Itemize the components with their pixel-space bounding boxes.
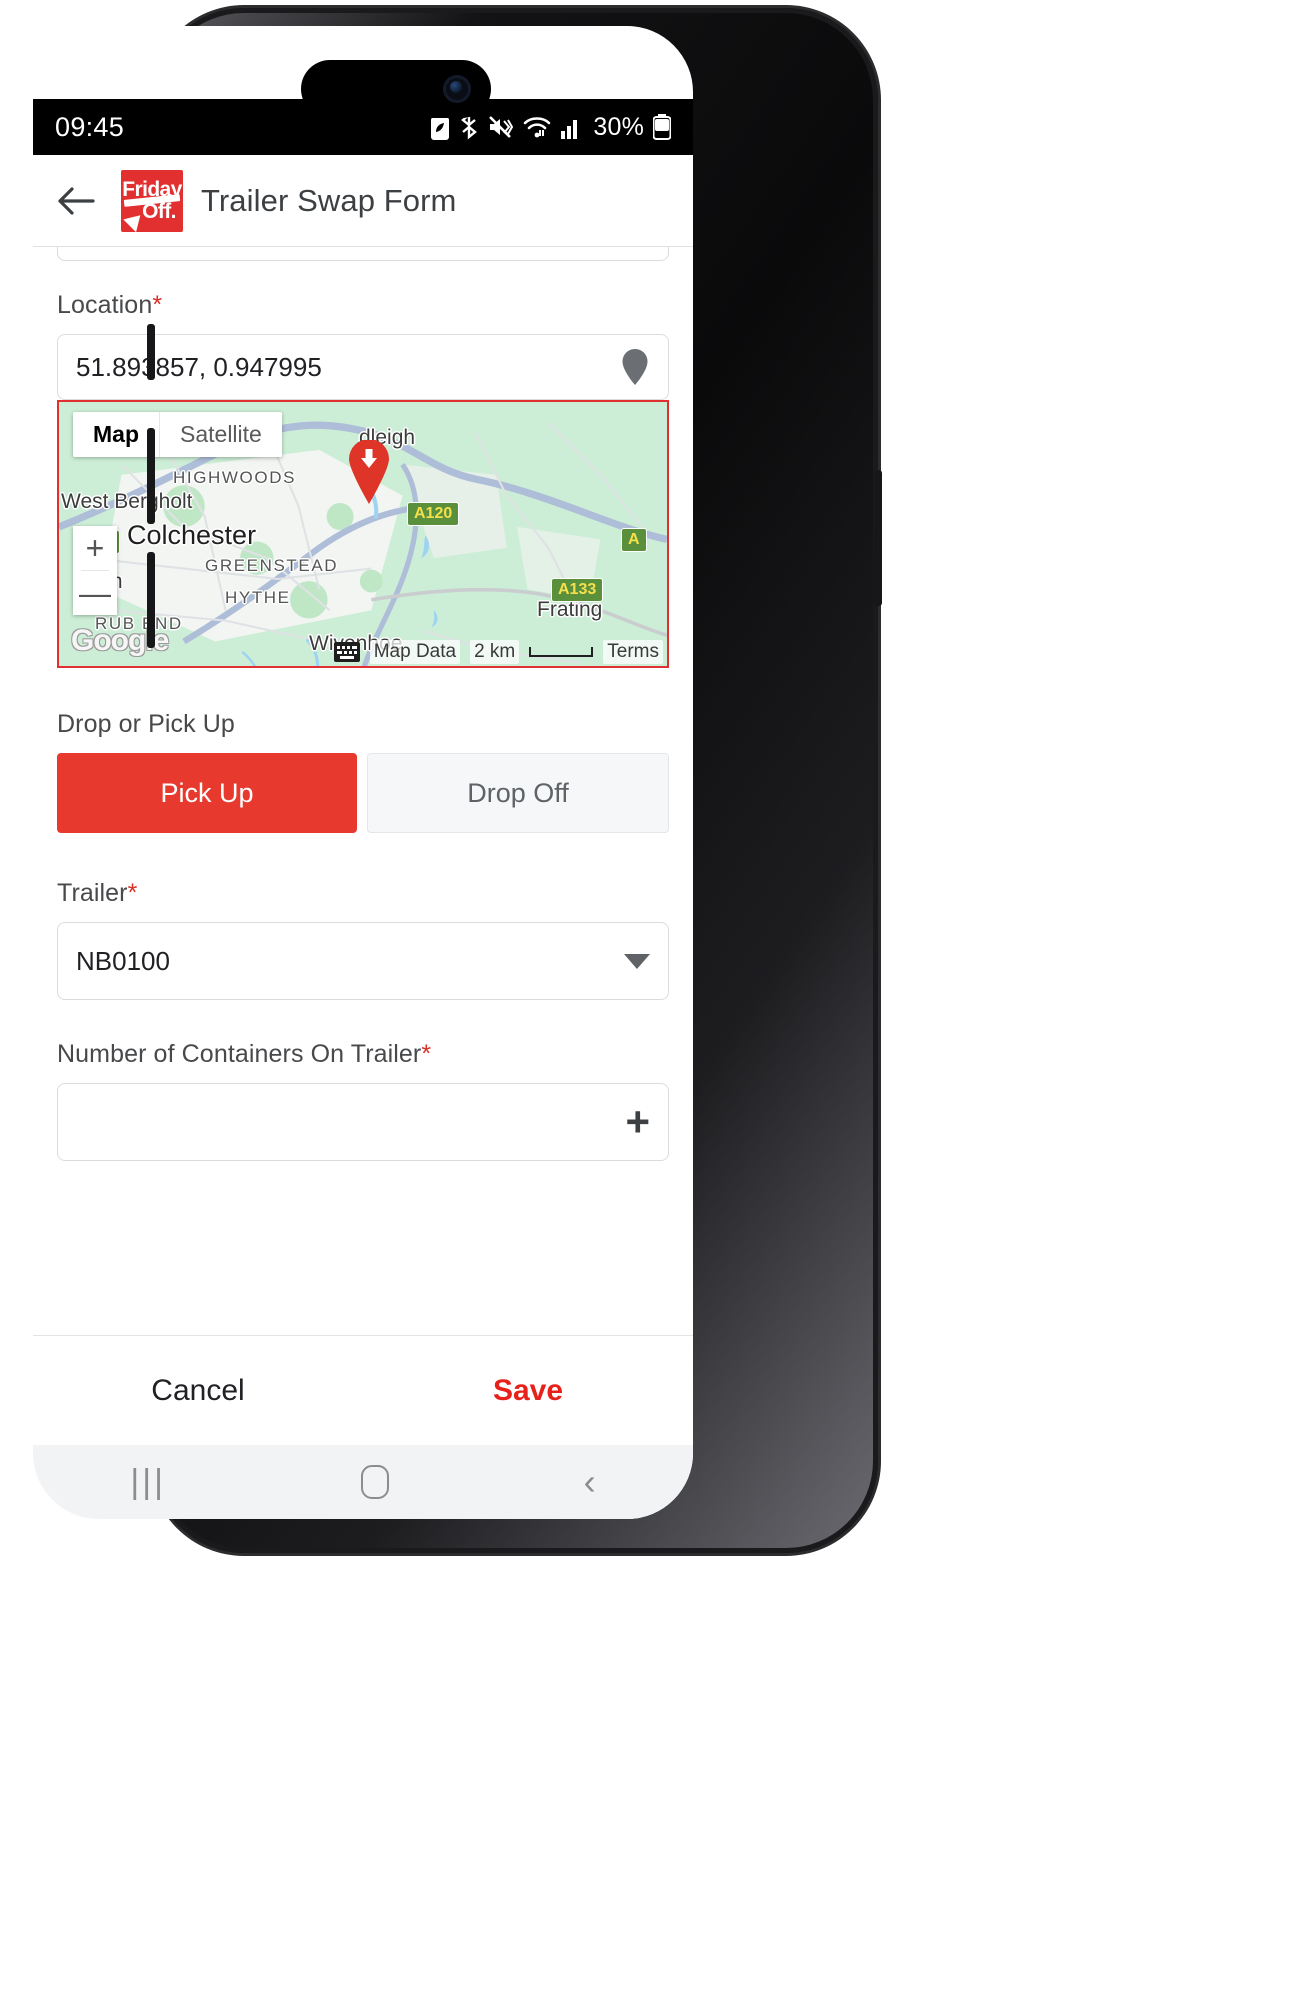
recents-icon[interactable]: ||| [130, 1465, 166, 1499]
drop-or-pickup-block: Drop or Pick Up Pick Up Drop Off [33, 710, 693, 833]
silent-switch[interactable] [147, 324, 155, 380]
keyboard-icon[interactable] [333, 642, 360, 662]
front-camera-icon [443, 75, 471, 103]
friday-off-logo: Friday Off. [121, 169, 183, 232]
road-shield: A120 [407, 502, 460, 526]
trailer-select[interactable]: NB0100 [57, 922, 669, 1000]
map-label: Colchester [127, 520, 257, 550]
power-button[interactable] [874, 470, 882, 606]
cancel-button[interactable]: Cancel [33, 1374, 363, 1408]
map-label: HIGHWOODS [173, 468, 297, 487]
android-nav-bar: ||| ‹ [33, 1445, 693, 1519]
map-terms-link[interactable]: Terms [603, 640, 663, 664]
plus-icon[interactable]: + [625, 1101, 650, 1143]
page-title: Trailer Swap Form [201, 182, 457, 218]
drop-or-pickup-label: Drop or Pick Up [57, 710, 235, 738]
form-scroll-area[interactable]: Location* 51.893857, 0.947995 Map Satell… [33, 247, 693, 1392]
road-shield: A [621, 528, 647, 552]
map-zoom-in-button[interactable]: + [73, 526, 117, 570]
map-zoom-controls[interactable]: + — [73, 526, 117, 615]
map-type-toggle[interactable]: Map Satellite [73, 412, 282, 457]
containers-required-asterisk: * [421, 1040, 432, 1068]
pick-up-button[interactable]: Pick Up [57, 753, 357, 833]
phone-screen: 09:45 30% Friday Off. Trailer Swap Form … [33, 26, 693, 1519]
chevron-down-icon[interactable] [624, 953, 650, 969]
dynamic-island [301, 60, 491, 118]
location-field-block: Location* 51.893857, 0.947995 [33, 291, 693, 400]
trailer-field-block: Trailer* NB0100 [33, 879, 693, 1000]
wifi-icon [524, 117, 551, 138]
map-data-label[interactable]: Map Data [369, 640, 461, 664]
home-icon[interactable] [360, 1465, 389, 1499]
map-zoom-out-button[interactable]: — [73, 571, 117, 615]
volume-down-button[interactable] [147, 552, 155, 648]
map-scale-bar [529, 647, 594, 657]
app-bar: Friday Off. Trailer Swap Form [33, 155, 693, 247]
containers-input[interactable]: + [57, 1083, 669, 1161]
map-label: GREENSTEAD [205, 556, 339, 575]
app-screen: 09:45 30% Friday Off. Trailer Swap Form … [33, 99, 693, 1519]
mute-icon [489, 116, 514, 138]
status-time: 09:45 [55, 111, 125, 142]
map-label: HYTHE [225, 588, 291, 607]
trailer-label: Trailer* [57, 879, 669, 908]
battery-icon [653, 114, 671, 140]
volume-up-button[interactable] [147, 428, 155, 524]
containers-label: Number of Containers On Trailer* [57, 1040, 669, 1069]
containers-label-text: Number of Containers On Trailer [57, 1040, 422, 1068]
nav-back-icon[interactable]: ‹ [584, 1464, 596, 1500]
drop-off-button[interactable]: Drop Off [367, 753, 669, 833]
battery-percent-label: 30% [593, 112, 644, 141]
cellular-signal-icon [561, 120, 578, 139]
map-footer: Map Data 2 km Terms [333, 640, 663, 664]
location-value: 51.893857, 0.947995 [76, 351, 322, 382]
location-required-asterisk: * [152, 291, 163, 319]
road-shield: A133 [551, 578, 604, 602]
save-button[interactable]: Save [363, 1374, 693, 1408]
containers-field-block: Number of Containers On Trailer* + [33, 1040, 693, 1161]
map-scale-label: 2 km [470, 640, 520, 664]
trailer-label-text: Trailer [57, 879, 128, 907]
location-label: Location* [57, 291, 669, 320]
map-location-marker-icon[interactable] [347, 440, 391, 504]
map-pin-icon[interactable] [620, 348, 650, 386]
location-label-text: Location [57, 291, 153, 319]
back-arrow-icon[interactable] [53, 178, 99, 224]
action-bar: Cancel Save [33, 1335, 693, 1445]
trailer-value: NB0100 [76, 945, 170, 976]
trailer-required-asterisk: * [127, 879, 138, 907]
map-label: West Bergholt [61, 490, 193, 513]
drop-or-pickup-options: Pick Up Drop Off [57, 753, 669, 833]
map-type-satellite-button[interactable]: Satellite [159, 412, 282, 457]
previous-field-partial[interactable] [57, 247, 669, 261]
